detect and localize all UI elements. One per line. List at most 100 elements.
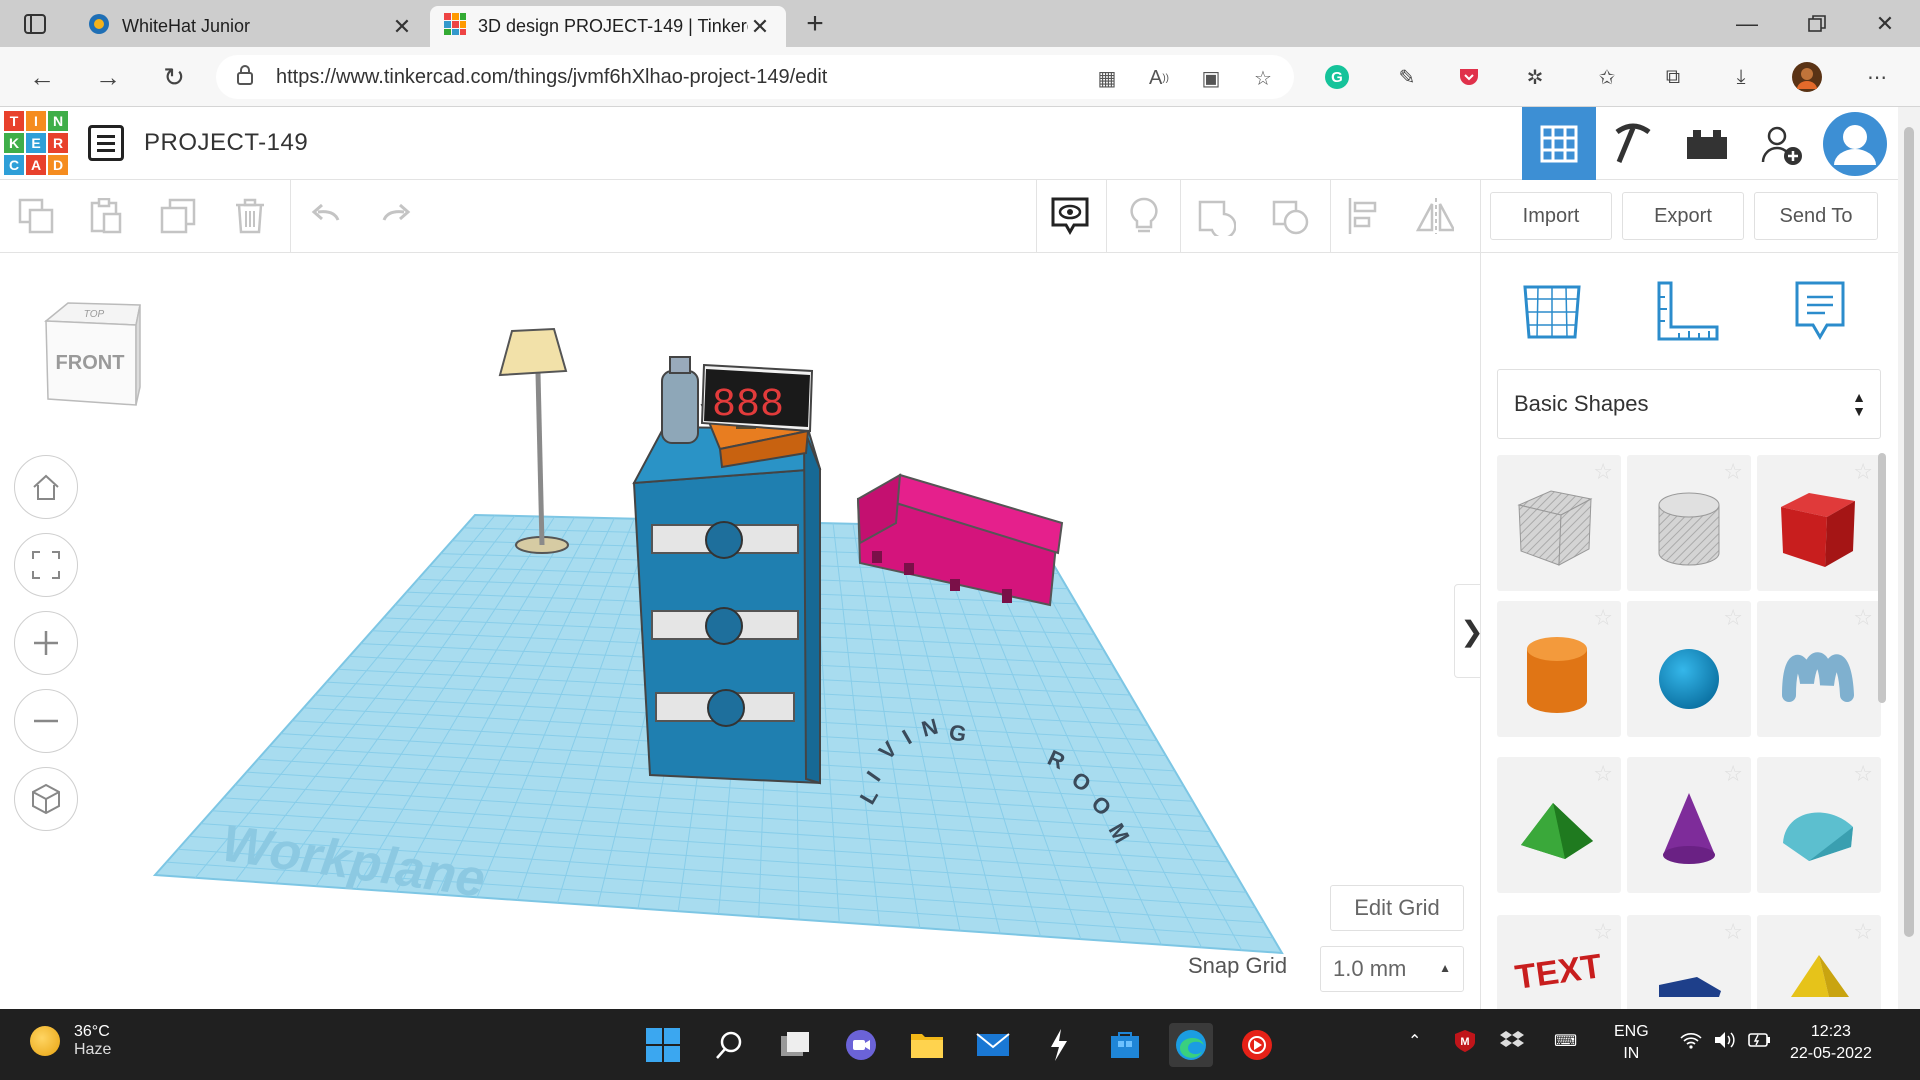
send-to-button[interactable]: Send To bbox=[1754, 192, 1878, 240]
tab-whitehat[interactable]: WhiteHat Junior ✕ bbox=[74, 6, 428, 47]
app-available-icon[interactable]: ▦ bbox=[1092, 63, 1122, 93]
restore-icon[interactable] bbox=[1804, 12, 1830, 36]
workplane-scene[interactable]: Workplane 888 L I V I N G R O O M bbox=[0, 253, 1480, 1009]
shape-cone[interactable]: ☆ bbox=[1627, 757, 1751, 893]
minimize-icon[interactable]: — bbox=[1734, 11, 1760, 36]
page-scroll-thumb[interactable] bbox=[1904, 127, 1914, 937]
group-icon[interactable] bbox=[1196, 196, 1236, 236]
perspective-button[interactable] bbox=[14, 767, 78, 831]
youtube-music-icon[interactable] bbox=[1235, 1023, 1279, 1067]
store-icon[interactable] bbox=[1103, 1023, 1147, 1067]
shape-cylinder[interactable]: ☆ bbox=[1497, 601, 1621, 737]
export-button[interactable]: Export bbox=[1622, 192, 1744, 240]
3d-design-view-button[interactable] bbox=[1522, 107, 1596, 180]
shape-box[interactable]: ☆ bbox=[1757, 455, 1881, 591]
home-view-button[interactable] bbox=[14, 455, 78, 519]
read-aloud-icon[interactable]: A)) bbox=[1144, 63, 1174, 93]
refresh-icon[interactable]: ↻ bbox=[156, 59, 192, 95]
polygon-icon bbox=[1659, 977, 1721, 997]
tab-actions-icon[interactable] bbox=[22, 12, 48, 36]
water-bottle[interactable] bbox=[661, 356, 699, 444]
mail-icon[interactable] bbox=[971, 1023, 1015, 1067]
minecraft-blocks-button[interactable] bbox=[1596, 107, 1670, 180]
close-tab-icon[interactable]: ✕ bbox=[748, 14, 772, 40]
workplane-tool-icon[interactable] bbox=[1517, 277, 1587, 347]
mcafee-tray-icon[interactable]: M bbox=[1454, 1029, 1476, 1060]
file-explorer-icon[interactable] bbox=[905, 1023, 949, 1067]
shape-sphere[interactable]: ☆ bbox=[1627, 601, 1751, 737]
more-options-icon[interactable]: ⋯ bbox=[1860, 60, 1894, 94]
start-icon[interactable] bbox=[641, 1023, 685, 1067]
language-indicator[interactable]: ENG IN bbox=[1614, 1021, 1649, 1065]
zoom-in-button[interactable] bbox=[14, 611, 78, 675]
keyboard-icon[interactable]: ⌨ bbox=[1554, 1031, 1577, 1053]
profile-avatar[interactable] bbox=[1790, 60, 1824, 94]
tab-tinkercad[interactable]: 3D design PROJECT-149 | Tinkercad ✕ bbox=[430, 6, 786, 47]
snap-grid-select[interactable]: 1.0 mm ▲ bbox=[1320, 946, 1464, 992]
immersive-reader-icon[interactable]: ▣ bbox=[1196, 63, 1226, 93]
clock[interactable]: 12:23 22-05-2022 bbox=[1790, 1021, 1872, 1065]
shape-scribble[interactable]: ☆ bbox=[1757, 601, 1881, 737]
shape-roof[interactable]: ☆ bbox=[1497, 757, 1621, 893]
volume-icon[interactable] bbox=[1714, 1031, 1736, 1056]
panel-scrollbar[interactable] bbox=[1878, 453, 1886, 703]
battery-icon[interactable] bbox=[1746, 1031, 1772, 1056]
color-picker-ext-icon[interactable]: ✎ bbox=[1390, 60, 1424, 94]
shape-box-hole[interactable]: ☆ bbox=[1497, 455, 1621, 591]
mirror-icon[interactable] bbox=[1414, 196, 1454, 236]
tinkercad-logo[interactable]: T I N K E R C A D bbox=[4, 111, 68, 175]
user-avatar[interactable] bbox=[1818, 107, 1892, 180]
collections-icon[interactable]: ⧉ bbox=[1656, 60, 1690, 94]
forward-icon[interactable]: → bbox=[90, 59, 126, 95]
notes-tool-icon[interactable] bbox=[1785, 277, 1855, 347]
app-lightning-icon[interactable] bbox=[1037, 1023, 1081, 1067]
favorites-icon[interactable]: ✩ bbox=[1590, 60, 1624, 94]
page-scrollbar[interactable] bbox=[1898, 107, 1920, 1009]
project-title[interactable]: PROJECT-149 bbox=[144, 129, 308, 157]
close-window-icon[interactable]: ✕ bbox=[1872, 11, 1898, 36]
extensions-icon[interactable]: ✲ bbox=[1518, 60, 1552, 94]
edge-icon[interactable] bbox=[1169, 1023, 1213, 1067]
ruler-tool-icon[interactable] bbox=[1651, 277, 1721, 347]
paste-icon[interactable] bbox=[86, 196, 126, 236]
weather-widget[interactable]: 36°C Haze bbox=[30, 1023, 111, 1059]
duplicate-icon[interactable] bbox=[158, 196, 198, 236]
task-view-icon[interactable] bbox=[773, 1023, 817, 1067]
chat-icon[interactable] bbox=[839, 1023, 883, 1067]
zoom-out-button[interactable] bbox=[14, 689, 78, 753]
minus-icon bbox=[34, 719, 58, 723]
view-cube[interactable]: TOP FRONT bbox=[40, 299, 141, 407]
dropbox-tray-icon[interactable] bbox=[1500, 1029, 1524, 1060]
downloads-icon[interactable]: ⤓ bbox=[1724, 60, 1758, 94]
invite-user-button[interactable] bbox=[1744, 107, 1818, 180]
url-field[interactable]: https://www.tinkercad.com/things/jvmf6hX… bbox=[216, 55, 1294, 99]
show-hidden-icons[interactable]: ⌃ bbox=[1408, 1031, 1421, 1053]
lego-bricks-button[interactable] bbox=[1670, 107, 1744, 180]
shape-cylinder-hole[interactable]: ☆ bbox=[1627, 455, 1751, 591]
ungroup-icon[interactable] bbox=[1270, 196, 1310, 236]
redo-icon[interactable] bbox=[376, 196, 416, 236]
new-tab-icon[interactable]: + bbox=[802, 7, 828, 40]
undo-icon[interactable] bbox=[306, 196, 346, 236]
tab-title: 3D design PROJECT-149 | Tinkercad bbox=[478, 16, 748, 36]
copy-icon[interactable] bbox=[16, 196, 56, 236]
wifi-icon[interactable] bbox=[1680, 1031, 1702, 1056]
pocket-ext-icon[interactable] bbox=[1452, 60, 1486, 94]
3d-viewport[interactable]: Workplane 888 L I V I N G R O O M TOP FR… bbox=[0, 253, 1480, 1009]
lightbulb-icon[interactable] bbox=[1124, 196, 1164, 236]
notes-visibility-icon[interactable] bbox=[1050, 196, 1090, 236]
delete-icon[interactable] bbox=[230, 196, 270, 236]
search-icon[interactable] bbox=[707, 1023, 751, 1067]
edit-grid-button[interactable]: Edit Grid bbox=[1330, 885, 1464, 931]
align-icon[interactable] bbox=[1344, 196, 1384, 236]
grammarly-icon[interactable]: G bbox=[1320, 60, 1354, 94]
back-icon[interactable]: ← bbox=[24, 59, 60, 95]
design-list-icon[interactable] bbox=[88, 125, 124, 161]
fit-view-button[interactable] bbox=[14, 533, 78, 597]
shape-category-select[interactable]: Basic Shapes ▲ ▼ bbox=[1497, 369, 1881, 439]
shape-round-roof[interactable]: ☆ bbox=[1757, 757, 1881, 893]
drawer-cabinet[interactable] bbox=[632, 425, 822, 785]
import-button[interactable]: Import bbox=[1490, 192, 1612, 240]
add-favorite-icon[interactable]: ☆ bbox=[1248, 63, 1278, 93]
close-tab-icon[interactable]: ✕ bbox=[390, 14, 414, 40]
